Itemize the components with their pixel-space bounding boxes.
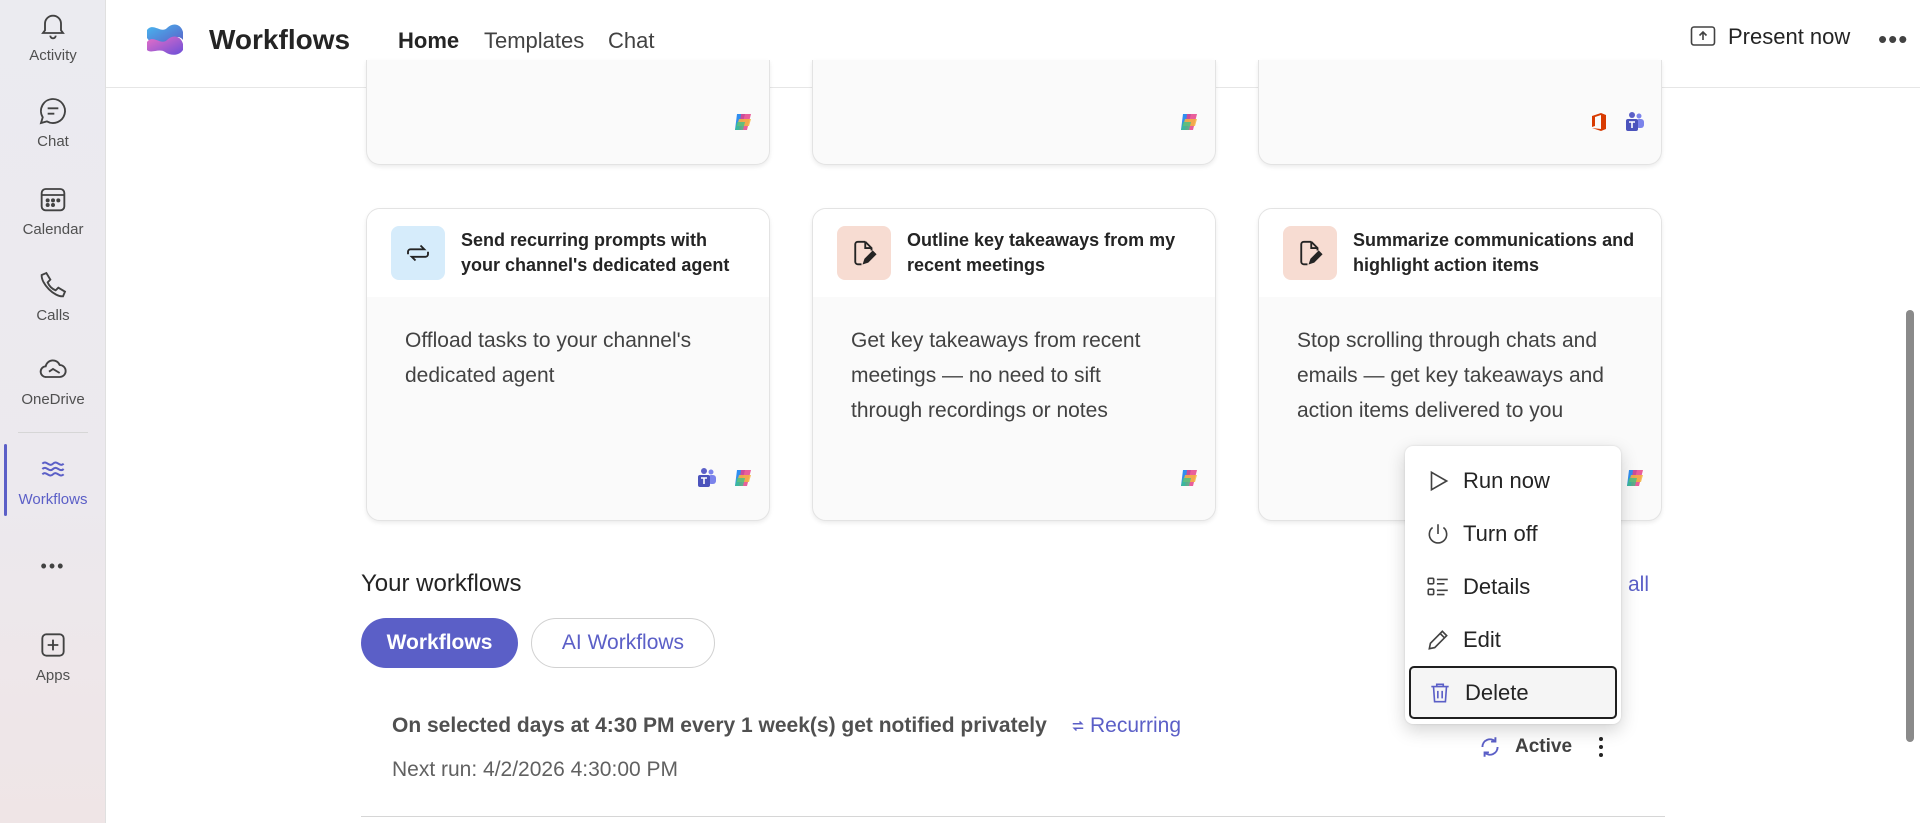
rail-item-activity[interactable]: Activity (0, 0, 106, 72)
rail-item-workflows[interactable]: Workflows (0, 444, 106, 516)
trash-icon (1431, 683, 1449, 702)
menu-item-label: Delete (1465, 679, 1529, 705)
menu-item-label: Run now (1463, 467, 1550, 493)
play-icon (1430, 470, 1449, 491)
your-workflows-heading: Your workflows (361, 570, 522, 597)
recurring-arrows-icon (407, 244, 429, 262)
chat-icon (39, 97, 66, 124)
copilot-icon (1181, 470, 1197, 486)
rail-item-calendar[interactable]: Calendar (0, 174, 106, 246)
rail-label: Calls (36, 306, 70, 324)
copilot-icon (1627, 470, 1643, 486)
copilot-icon (1181, 114, 1197, 130)
tab-templates[interactable]: Templates (484, 28, 584, 54)
workflow-status: Active (1477, 734, 1572, 760)
card-description: Offload tasks to your channel's dedicate… (405, 329, 692, 387)
card-icon-tile (837, 226, 891, 280)
share-screen-icon (1690, 26, 1716, 46)
template-card-meeting-takeaways[interactable]: Outline key takeaways from my recent mee… (812, 208, 1216, 521)
menu-item-edit[interactable]: Edit (1405, 613, 1621, 666)
rail-item-chat[interactable]: Chat (0, 86, 106, 158)
card-title: Send recurring prompts with your channel… (461, 230, 730, 275)
menu-item-label: Turn off (1463, 520, 1538, 546)
card-icon-tile (1283, 226, 1337, 280)
template-card-recurring-prompts[interactable]: Send recurring prompts with your channel… (366, 208, 770, 521)
see-all-link[interactable]: all (1628, 573, 1649, 597)
rail-item-onedrive[interactable]: OneDrive (0, 344, 106, 416)
card-title: Summarize communications and highlight a… (1353, 230, 1635, 275)
card-description: Get key takeaways from recent meetings —… (851, 329, 1141, 422)
card-app-badges (1177, 466, 1201, 490)
card-app-badges (1177, 110, 1201, 134)
teams-icon (1626, 112, 1644, 131)
workflows-icon (41, 461, 65, 476)
sync-active-icon (1481, 737, 1499, 757)
workflow-next-run: Next run: 4/2/2026 4:30:00 PM (392, 758, 679, 781)
app-rail: Activity Chat Calendar Calls OneDrive Wo… (0, 0, 106, 823)
workflow-context-menu: Run now Turn off Details Edit Delete (1405, 446, 1621, 724)
card-app-badges (695, 466, 755, 490)
copilot-icon (735, 470, 751, 486)
card-icon-tile (391, 226, 445, 280)
rail-label: Activity (29, 46, 77, 64)
template-card-partial[interactable] (812, 60, 1216, 165)
menu-item-label: Details (1463, 573, 1531, 599)
menu-item-details[interactable]: Details (1405, 560, 1621, 613)
workflow-status-label: Active (1515, 736, 1573, 757)
more-options-icon[interactable]: ••• (1878, 24, 1908, 55)
present-now-button[interactable]: Present now (1690, 24, 1850, 50)
card-description: Stop scrolling through chats and emails … (1297, 329, 1604, 422)
rail-divider (18, 432, 88, 433)
more-dots-icon: ••• (40, 555, 66, 576)
tab-chat[interactable]: Chat (608, 28, 654, 54)
document-edit-icon (854, 240, 877, 266)
copilot-icon (735, 114, 751, 130)
workflow-tag-label: Recurring (1090, 714, 1182, 737)
card-header: Send recurring prompts with your channel… (367, 209, 769, 297)
workflow-description: On selected days at 4:30 PM every 1 week… (392, 714, 1047, 737)
card-app-badges (1587, 110, 1647, 134)
card-app-badges (731, 110, 755, 134)
card-header: Summarize communications and highlight a… (1259, 209, 1661, 297)
power-icon (1428, 523, 1448, 544)
card-title: Outline key takeaways from my recent mee… (907, 230, 1176, 275)
card-app-badges (1623, 466, 1647, 490)
details-list-icon (1427, 577, 1448, 595)
document-edit-icon (1300, 240, 1323, 266)
calendar-icon (40, 187, 66, 211)
rail-label: Apps (35, 666, 71, 684)
phone-icon (40, 271, 67, 297)
workflow-recurring-tag: Recurring (1069, 714, 1181, 738)
rail-label: Workflows (18, 490, 88, 508)
card-header: Outline key takeaways from my recent mee… (813, 209, 1215, 297)
workflows-filter-pill[interactable]: Workflows (361, 618, 518, 668)
cloud-icon (39, 358, 67, 378)
recurring-small-icon (1072, 720, 1084, 732)
pencil-icon (1428, 629, 1448, 650)
workflows-logo-icon (147, 24, 183, 55)
menu-item-delete[interactable]: Delete (1409, 666, 1617, 719)
menu-item-run-now[interactable]: Run now (1405, 454, 1621, 507)
rail-more-apps[interactable]: ••• (0, 530, 106, 602)
bell-icon (41, 14, 65, 39)
workflow-more-options-icon[interactable] (1591, 730, 1611, 764)
rail-item-apps[interactable]: Apps (0, 620, 106, 692)
template-card-partial[interactable] (1258, 60, 1662, 165)
template-card-partial[interactable] (366, 60, 770, 165)
app-title: Workflows (209, 24, 351, 55)
page-scrollbar[interactable] (1906, 310, 1914, 742)
rail-item-calls[interactable]: Calls (0, 260, 106, 332)
menu-item-turn-off[interactable]: Turn off (1405, 507, 1621, 560)
present-now-label: Present now (1728, 24, 1851, 49)
rail-label: Calendar (22, 220, 84, 238)
rail-label: Chat (37, 132, 69, 150)
ai-workflows-filter-pill[interactable]: AI Workflows (531, 618, 715, 668)
add-app-icon (41, 632, 65, 657)
menu-item-label: Edit (1463, 626, 1501, 652)
rail-label: OneDrive (21, 390, 85, 408)
office-icon (1592, 113, 1606, 131)
tab-home[interactable]: Home (398, 28, 459, 54)
teams-icon (698, 468, 716, 487)
